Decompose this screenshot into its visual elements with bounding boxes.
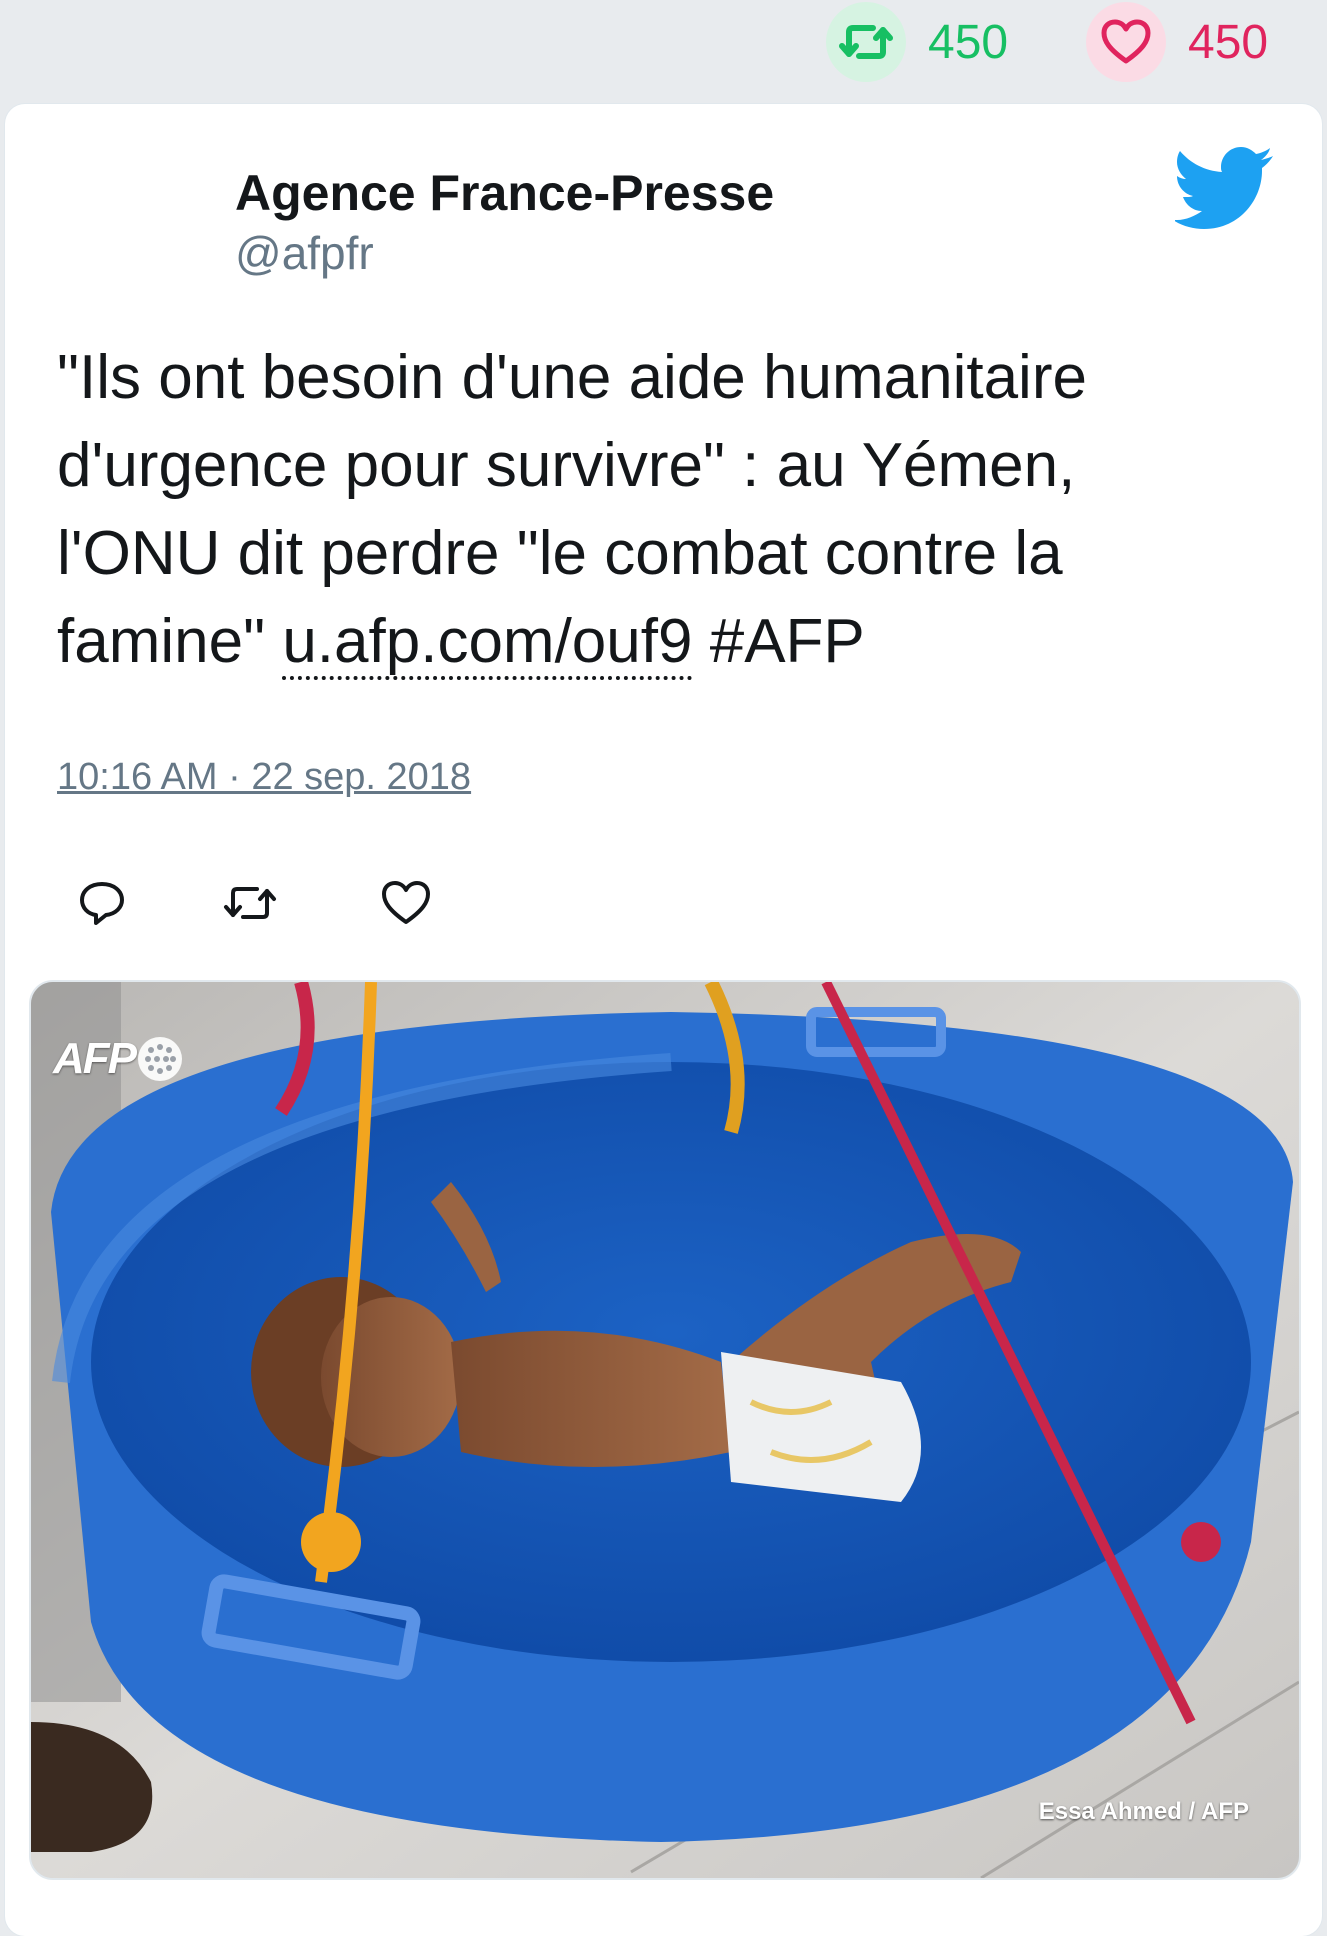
retweet-button[interactable] [205,860,295,950]
photo-illustration [31,982,1299,1878]
hashtag[interactable]: #AFP [692,607,865,676]
tweet-text: "Ils ont besoin d'une aide humanitaire d… [57,334,1237,686]
afp-watermark: AFP [53,1034,185,1084]
like-stat[interactable]: 450 [1086,2,1268,82]
twitter-bird-icon[interactable] [1173,146,1275,230]
afp-watermark-text: AFP [53,1034,137,1083]
photo-credit: Essa Ahmed / AFP [1038,1798,1249,1825]
tweet-card: Agence France-Presse @afpfr "Ils ont bes… [5,104,1322,1936]
like-button[interactable] [361,860,451,950]
retweet-count: 450 [928,15,1009,69]
heart-outline-icon [381,880,431,931]
retweet-icon [223,881,277,930]
heart-icon[interactable] [1086,2,1166,82]
tweet-timestamp[interactable]: 10:16 AM · 22 sep. 2018 [57,756,471,799]
reply-button[interactable] [57,860,147,950]
afp-globe-icon [138,1037,182,1081]
reply-icon [78,880,126,931]
retweet-stat[interactable]: 450 [826,2,1008,82]
author-name[interactable]: Agence France-Presse [235,164,774,222]
author-handle[interactable]: @afpfr [235,226,374,280]
tweet-link[interactable]: u.afp.com/ouf9 [282,607,693,680]
like-count: 450 [1188,15,1269,69]
engagement-bar: 450 450 [0,0,1327,100]
tweet-photo[interactable]: AFP Essa Ahmed / AFP [29,980,1301,1880]
retweet-icon[interactable] [826,2,906,82]
